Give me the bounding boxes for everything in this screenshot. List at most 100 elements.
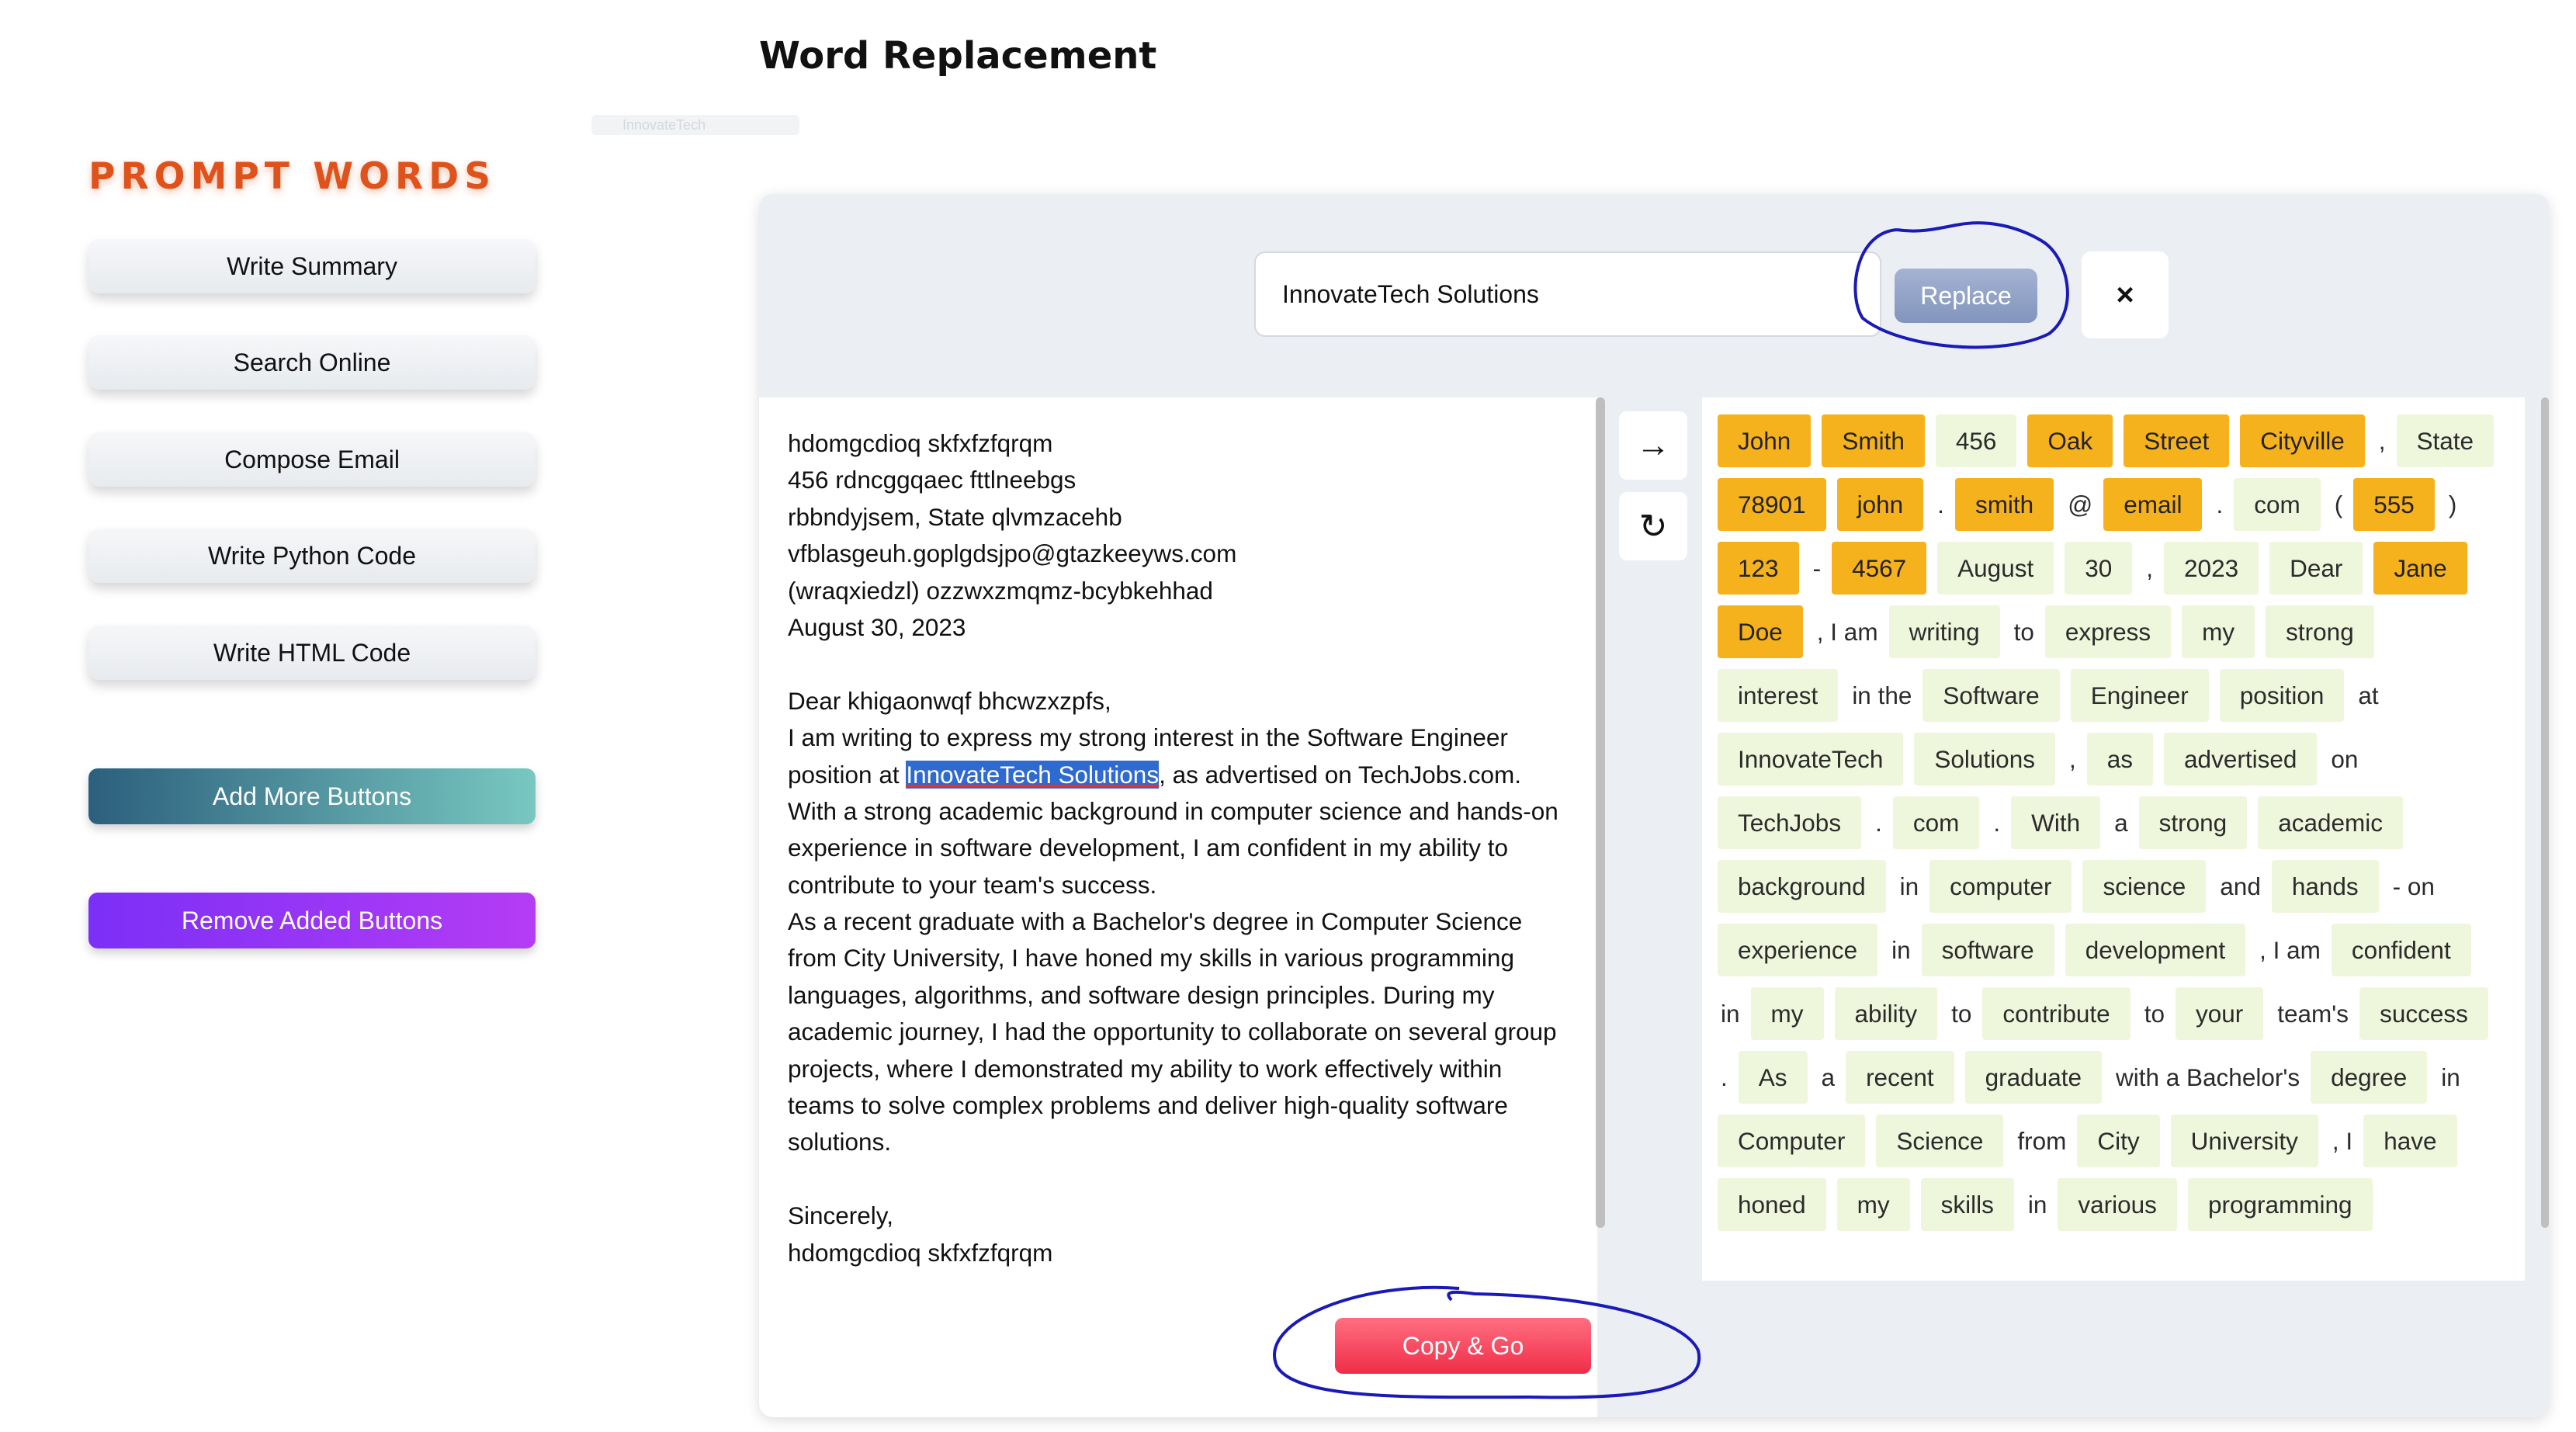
- word-token[interactable]: Science: [1876, 1115, 2004, 1167]
- plain-token: in: [1899, 872, 1919, 900]
- compose-email-button[interactable]: Compose Email: [88, 432, 536, 487]
- write-html-code-button[interactable]: Write HTML Code: [88, 626, 536, 680]
- word-token[interactable]: hands: [2271, 860, 2379, 913]
- word-token[interactable]: graduate: [1964, 1051, 2102, 1104]
- word-token[interactable]: Solutions: [1914, 733, 2055, 785]
- word-token[interactable]: your: [2175, 987, 2264, 1040]
- arrow-right-icon[interactable]: →: [1619, 411, 1687, 480]
- word-token[interactable]: University: [2170, 1115, 2318, 1167]
- word-token[interactable]: computer: [1929, 860, 2072, 913]
- word-token[interactable]: com: [1892, 796, 1980, 849]
- word-token[interactable]: skills: [1920, 1178, 2014, 1231]
- word-token[interactable]: August: [1937, 542, 2054, 595]
- word-token[interactable]: Computer: [1718, 1115, 1866, 1167]
- token-scrollbar[interactable]: [2541, 397, 2549, 1228]
- plain-token: to: [2144, 999, 2165, 1028]
- highlighted-word-token[interactable]: Cityville: [2240, 414, 2365, 467]
- word-token[interactable]: 30: [2065, 542, 2133, 595]
- word-token[interactable]: As: [1738, 1051, 1808, 1104]
- word-token[interactable]: my: [2182, 605, 2255, 658]
- letter-text-area[interactable]: hdomgcdioq skfxfzfqrqm 456 rdncggqaec ftt…: [759, 397, 1597, 1417]
- letter-line: [788, 646, 1564, 682]
- word-token[interactable]: ability: [1834, 987, 1938, 1040]
- plain-token: ,: [2378, 426, 2386, 455]
- plain-token: team's: [2277, 999, 2349, 1028]
- word-token[interactable]: success: [2359, 987, 2488, 1040]
- word-token[interactable]: With: [2011, 796, 2101, 849]
- word-token[interactable]: various: [2058, 1178, 2177, 1231]
- word-token[interactable]: recent: [1846, 1051, 1954, 1104]
- word-token[interactable]: InnovateTech: [1718, 733, 1904, 785]
- word-token[interactable]: software: [1921, 924, 2054, 976]
- highlighted-word-token[interactable]: 555: [2353, 478, 2435, 531]
- word-token[interactable]: development: [2065, 924, 2246, 976]
- add-more-buttons-button[interactable]: Add More Buttons: [88, 768, 536, 824]
- letter-scrollbar[interactable]: [1596, 397, 1605, 1228]
- word-token[interactable]: contribute: [1982, 987, 2130, 1040]
- letter-line: August 30, 2023: [788, 612, 966, 641]
- highlighted-word-token[interactable]: Smith: [1822, 414, 1925, 467]
- word-token[interactable]: as: [2086, 733, 2154, 785]
- letter-line: vfblasgeuh.goplgdsjpo@gtazkeeyws.com: [788, 539, 1237, 568]
- word-token[interactable]: express: [2044, 605, 2172, 658]
- word-token[interactable]: 456: [1935, 414, 2017, 467]
- word-token[interactable]: science: [2082, 860, 2207, 913]
- word-token[interactable]: TechJobs: [1718, 796, 1862, 849]
- word-token[interactable]: strong: [2138, 796, 2248, 849]
- word-token[interactable]: com: [2234, 478, 2321, 531]
- copy-and-go-button[interactable]: Copy & Go: [1335, 1318, 1591, 1374]
- word-token[interactable]: have: [2363, 1115, 2457, 1167]
- word-token[interactable]: writing: [1888, 605, 2000, 658]
- refresh-icon[interactable]: ↻: [1619, 492, 1687, 560]
- plain-token: .: [1875, 808, 1882, 837]
- close-icon[interactable]: ×: [2082, 251, 2169, 338]
- highlighted-word-token[interactable]: smith: [1954, 478, 2054, 531]
- plain-token: .: [2216, 490, 2224, 518]
- highlighted-word-token[interactable]: john: [1836, 478, 1924, 531]
- word-token[interactable]: background: [1718, 860, 1886, 913]
- word-token[interactable]: State: [2396, 414, 2495, 467]
- highlighted-word-token[interactable]: Street: [2124, 414, 2230, 467]
- highlighted-word-token[interactable]: Jane: [2373, 542, 2467, 595]
- word-token[interactable]: Engineer: [2070, 669, 2209, 722]
- word-token[interactable]: my: [1836, 1178, 1910, 1231]
- highlighted-word-token[interactable]: Doe: [1718, 605, 1803, 658]
- letter-line: experience in software development, I am…: [788, 834, 1508, 862]
- highlighted-word-token[interactable]: 4567: [1832, 542, 1927, 595]
- word-token[interactable]: 2023: [2164, 542, 2259, 595]
- highlighted-word-token[interactable]: 123: [1718, 542, 1799, 595]
- write-python-code-button[interactable]: Write Python Code: [88, 529, 536, 583]
- highlighted-word-token[interactable]: Oak: [2027, 414, 2113, 467]
- word-token[interactable]: degree: [2311, 1051, 2428, 1104]
- remove-added-buttons-button[interactable]: Remove Added Buttons: [88, 893, 536, 948]
- letter-line: As a recent graduate with a Bachelor's d…: [788, 907, 1523, 936]
- word-token[interactable]: position: [2219, 669, 2345, 722]
- letter-line: With a strong academic background in com…: [788, 796, 1558, 825]
- word-token[interactable]: programming: [2187, 1178, 2373, 1231]
- replace-input[interactable]: InnovateTech Solutions: [1254, 251, 1881, 337]
- word-token[interactable]: experience: [1718, 924, 1878, 976]
- word-token[interactable]: confident: [2331, 924, 2471, 976]
- word-token[interactable]: interest: [1718, 669, 1839, 722]
- highlighted-word-token[interactable]: John: [1718, 414, 1812, 467]
- word-token[interactable]: City: [2077, 1115, 2160, 1167]
- plain-token: and: [2220, 872, 2261, 900]
- letter-line: teams to solve complex problems and deli…: [788, 1091, 1508, 1120]
- word-token[interactable]: Software: [1922, 669, 2060, 722]
- plain-token: .: [1721, 1063, 1728, 1091]
- word-token[interactable]: academic: [2258, 796, 2404, 849]
- word-token[interactable]: advertised: [2164, 733, 2318, 785]
- search-online-button[interactable]: Search Online: [88, 335, 536, 390]
- letter-line: 456 rdncggqaec fttlneebgs: [788, 466, 1077, 494]
- letter-line: Dear khigaonwqf bhcwzxzpfs,: [788, 686, 1111, 715]
- highlighted-word-token[interactable]: 78901: [1718, 478, 1826, 531]
- plain-token: in: [1721, 999, 1740, 1028]
- word-token[interactable]: my: [1750, 987, 1824, 1040]
- word-token[interactable]: strong: [2266, 605, 2374, 658]
- word-token[interactable]: honed: [1718, 1178, 1826, 1231]
- highlighted-word-token[interactable]: email: [2103, 478, 2203, 531]
- letter-line: Sincerely,: [788, 1201, 893, 1230]
- replace-button[interactable]: Replace: [1895, 269, 2037, 323]
- word-token[interactable]: Dear: [2269, 542, 2363, 595]
- write-summary-button[interactable]: Write Summary: [88, 239, 536, 293]
